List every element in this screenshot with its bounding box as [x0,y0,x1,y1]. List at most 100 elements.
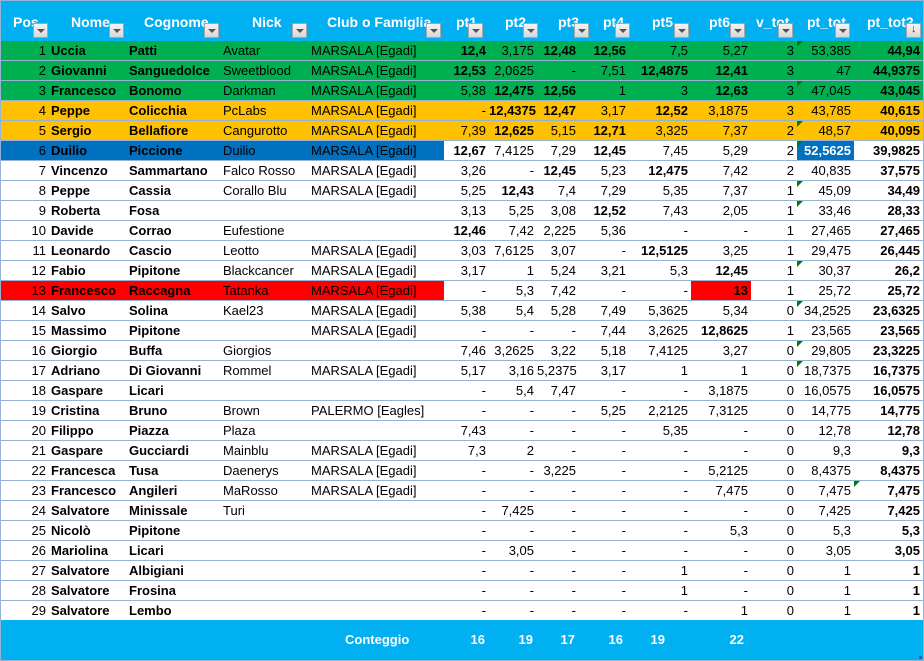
cell-pt1[interactable]: - [444,381,489,400]
cell-pt-tot2[interactable]: 1 [854,581,923,600]
cell-pt-tot2[interactable]: 25,72 [854,281,923,300]
cell-pt2[interactable]: - [489,421,537,440]
cell-nome[interactable]: Giovanni [49,61,127,80]
cell-cognome[interactable]: Bruno [127,401,221,420]
cell-pt-tot[interactable]: 29,475 [797,241,854,260]
cell-pt5[interactable]: - [629,601,691,620]
cell-cognome[interactable]: Angileri [127,481,221,500]
cell-v-tot[interactable]: 1 [751,261,797,280]
cell-pt-tot2[interactable]: 1 [854,601,923,620]
cell-pt3[interactable]: - [537,541,579,560]
cell-nome[interactable]: Salvatore [49,501,127,520]
cell-pt3[interactable]: 5,15 [537,121,579,140]
cell-pt-tot2[interactable]: 40,615 [854,101,923,120]
cell-club[interactable]: MARSALA [Egadi] [309,361,444,380]
cell-pt5[interactable]: 1 [629,561,691,580]
cell-nick[interactable] [221,521,309,540]
cell-v-tot[interactable]: 3 [751,61,797,80]
cell-v-tot[interactable]: 0 [751,301,797,320]
cell-pt-tot[interactable]: 52,5625 [797,141,854,160]
cell-pt-tot[interactable]: 30,37 [797,261,854,280]
cell-pt3[interactable]: - [537,401,579,420]
cell-cognome[interactable]: Pipitone [127,521,221,540]
cell-pt6[interactable]: 5,34 [691,301,751,320]
cell-pt4[interactable]: 5,25 [579,401,629,420]
filter-dropdown-icon[interactable] [835,23,850,38]
filter-dropdown-icon[interactable] [468,23,483,38]
cell-pt-tot2[interactable]: 14,775 [854,401,923,420]
cell-pos[interactable]: 11 [1,241,49,260]
cell-pt4[interactable]: 7,49 [579,301,629,320]
cell-pt6[interactable]: 13 [691,281,751,300]
cell-pos[interactable]: 13 [1,281,49,300]
cell-pt5[interactable]: 12,5125 [629,241,691,260]
cell-pt3[interactable]: - [537,441,579,460]
cell-pt3[interactable]: - [537,581,579,600]
cell-pt1[interactable]: - [444,101,489,120]
cell-nome[interactable]: Giorgio [49,341,127,360]
cell-pt2[interactable]: 7,6125 [489,241,537,260]
cell-pt1[interactable]: - [444,541,489,560]
cell-v-tot[interactable]: 0 [751,581,797,600]
cell-pt-tot[interactable]: 53,385 [797,41,854,60]
cell-pt-tot[interactable]: 7,475 [797,481,854,500]
filter-dropdown-icon[interactable] [778,23,793,38]
cell-club[interactable]: PALERMO [Eagles] [309,401,444,420]
cell-pt-tot2[interactable]: 26,445 [854,241,923,260]
cell-pt5[interactable]: 5,3 [629,261,691,280]
cell-pt-tot2[interactable]: 23,6325 [854,301,923,320]
cell-pt1[interactable]: 7,3 [444,441,489,460]
column-header-pt5[interactable]: pt5 [652,14,673,30]
column-header-nome[interactable]: Nome [71,14,110,30]
cell-v-tot[interactable]: 1 [751,241,797,260]
cell-pt2[interactable]: - [489,461,537,480]
cell-pt1[interactable]: 5,25 [444,181,489,200]
cell-pos[interactable]: 2 [1,61,49,80]
cell-pt2[interactable]: 2,0625 [489,61,537,80]
cell-pt2[interactable]: 1 [489,261,537,280]
cell-cognome[interactable]: Buffa [127,341,221,360]
cell-pt2[interactable]: - [489,581,537,600]
cell-pos[interactable]: 6 [1,141,49,160]
cell-nome[interactable]: Cristina [49,401,127,420]
cell-pt-tot2[interactable]: 5,3 [854,521,923,540]
cell-nick[interactable] [221,201,309,220]
cell-pt1[interactable]: 3,03 [444,241,489,260]
cell-pt3[interactable]: 5,2375 [537,361,579,380]
cell-v-tot[interactable]: 0 [751,441,797,460]
cell-club[interactable] [309,581,444,600]
cell-pt-tot2[interactable]: 43,045 [854,81,923,100]
cell-nick[interactable]: Corallo Blu [221,181,309,200]
cell-cognome[interactable]: Solina [127,301,221,320]
cell-club[interactable]: MARSALA [Egadi] [309,321,444,340]
cell-pt4[interactable]: - [579,521,629,540]
cell-pt6[interactable]: - [691,501,751,520]
cell-v-tot[interactable]: 0 [751,381,797,400]
cell-nome[interactable]: Massimo [49,321,127,340]
cell-pos[interactable]: 9 [1,201,49,220]
cell-pt6[interactable]: 7,37 [691,121,751,140]
column-header-club[interactable]: Club o Famiglia [327,14,431,30]
cell-pos[interactable]: 4 [1,101,49,120]
cell-pt5[interactable]: 7,4125 [629,341,691,360]
cell-pt-tot[interactable]: 1 [797,581,854,600]
cell-pos[interactable]: 19 [1,401,49,420]
cell-nome[interactable]: Francesca [49,461,127,480]
cell-pt4[interactable]: - [579,541,629,560]
cell-pt1[interactable]: - [444,501,489,520]
cell-pt-tot2[interactable]: 3,05 [854,541,923,560]
cell-nick[interactable]: Rommel [221,361,309,380]
cell-nick[interactable] [221,561,309,580]
cell-club[interactable]: MARSALA [Egadi] [309,121,444,140]
cell-club[interactable] [309,221,444,240]
cell-v-tot[interactable]: 0 [751,461,797,480]
cell-pt4[interactable]: - [579,241,629,260]
cell-cognome[interactable]: Licari [127,541,221,560]
cell-v-tot[interactable]: 3 [751,81,797,100]
cell-cognome[interactable]: Pipitone [127,321,221,340]
cell-nick[interactable] [221,581,309,600]
cell-pt3[interactable]: - [537,521,579,540]
cell-pt5[interactable]: 5,3625 [629,301,691,320]
cell-club[interactable]: MARSALA [Egadi] [309,101,444,120]
cell-club[interactable]: MARSALA [Egadi] [309,281,444,300]
